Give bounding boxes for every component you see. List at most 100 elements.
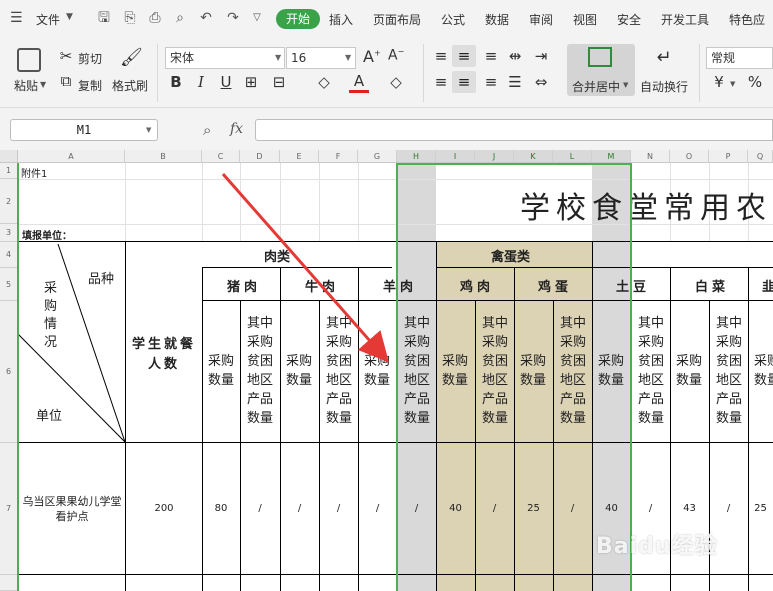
- merge-cells-icon[interactable]: ⊟: [269, 73, 289, 91]
- orientation-icon[interactable]: ⇹: [505, 47, 525, 65]
- align-middle-icon[interactable]: ≡: [452, 45, 476, 67]
- percent-icon[interactable]: %: [745, 73, 765, 91]
- underline-icon[interactable]: U: [216, 73, 236, 91]
- row-header-7[interactable]: 7: [0, 443, 18, 575]
- customize-icon[interactable]: ▽: [248, 9, 266, 27]
- merge-center-chevron-icon[interactable]: ▼: [623, 81, 628, 89]
- column-header-q[interactable]: Q: [748, 150, 773, 163]
- clear-format-icon[interactable]: ◇: [386, 73, 406, 91]
- tab-page-layout[interactable]: 页面布局: [373, 11, 421, 28]
- tab-view[interactable]: 视图: [573, 11, 597, 28]
- column-header-i[interactable]: I: [436, 150, 475, 163]
- font-name-chevron-icon[interactable]: ▼: [275, 53, 281, 62]
- zoom-formula-icon[interactable]: ⌕: [203, 121, 211, 139]
- tab-developer[interactable]: 开发工具: [661, 11, 709, 28]
- cell-value[interactable]: /: [319, 503, 358, 514]
- distribute-icon[interactable]: ⇔: [531, 73, 551, 91]
- format-painter-button[interactable]: 格式刷: [112, 77, 148, 94]
- row-header-6[interactable]: 6: [0, 301, 18, 443]
- filler-unit-label[interactable]: 填报单位：: [22, 227, 72, 242]
- file-menu-chevron-icon[interactable]: ▼: [66, 12, 73, 22]
- font-color-icon[interactable]: A: [349, 72, 369, 93]
- cell-students-value[interactable]: 200: [126, 503, 202, 514]
- column-header-n[interactable]: N: [631, 150, 670, 163]
- fill-color-icon[interactable]: ◇: [314, 73, 334, 91]
- tab-data[interactable]: 数据: [485, 11, 509, 28]
- fx-icon[interactable]: fx: [230, 121, 243, 137]
- cell-value[interactable]: /: [631, 503, 670, 514]
- paste-icon[interactable]: [17, 48, 41, 72]
- copy-button[interactable]: 复制: [78, 77, 102, 94]
- print-preview-icon[interactable]: ⌕: [171, 9, 189, 27]
- wrap-text-icon[interactable]: ↵: [654, 47, 674, 68]
- column-header-h[interactable]: H: [397, 150, 436, 163]
- tab-review[interactable]: 审阅: [529, 11, 553, 28]
- name-box-chevron-icon[interactable]: ▼: [146, 126, 151, 134]
- row-header-5[interactable]: 5: [0, 268, 18, 301]
- justify-icon[interactable]: ☰: [505, 73, 525, 91]
- column-header-g[interactable]: G: [358, 150, 397, 163]
- copy-icon[interactable]: ⧉: [56, 72, 76, 90]
- align-center-icon[interactable]: ≡: [452, 71, 476, 93]
- font-name-select[interactable]: 宋体: [165, 47, 285, 69]
- row-header-2[interactable]: 2: [0, 179, 18, 224]
- decrease-font-icon[interactable]: A−: [388, 47, 404, 64]
- align-top-icon[interactable]: ≡: [431, 47, 451, 65]
- column-header-b[interactable]: B: [125, 150, 202, 163]
- align-right-icon[interactable]: ≡: [481, 73, 501, 91]
- row-header-4[interactable]: 4: [0, 242, 18, 268]
- cell-value[interactable]: /: [358, 503, 397, 514]
- row-header-3[interactable]: 3: [0, 224, 18, 242]
- bold-icon[interactable]: B: [166, 73, 186, 91]
- print-icon[interactable]: ⎙: [146, 9, 164, 27]
- column-header-e[interactable]: E: [280, 150, 319, 163]
- paste-button[interactable]: 粘贴: [14, 77, 38, 94]
- paste-chevron-icon[interactable]: ▼: [40, 80, 46, 89]
- file-menu[interactable]: 文件: [36, 11, 60, 28]
- cell-value[interactable]: /: [280, 503, 319, 514]
- font-size-chevron-icon[interactable]: ▼: [345, 53, 351, 62]
- menu-icon[interactable]: ☰: [10, 10, 23, 26]
- currency-chevron-icon[interactable]: ▼: [730, 80, 735, 88]
- increase-font-icon[interactable]: A+: [363, 47, 381, 66]
- cut-button[interactable]: 剪切: [78, 50, 102, 67]
- save-icon[interactable]: 🖫: [95, 9, 113, 27]
- redo-icon[interactable]: ↷: [224, 9, 242, 27]
- wrap-text-button[interactable]: 自动换行: [640, 78, 688, 95]
- cell-a1[interactable]: 附件1: [21, 165, 47, 180]
- name-box[interactable]: M1: [10, 119, 158, 141]
- cut-icon[interactable]: ✂: [56, 47, 76, 65]
- indent-icon[interactable]: ⇥: [531, 47, 551, 65]
- undo-icon[interactable]: ↶: [197, 9, 215, 27]
- number-format-select[interactable]: 常规: [706, 47, 773, 69]
- cell-value[interactable]: 80: [202, 503, 240, 514]
- cell-value[interactable]: /: [709, 503, 748, 514]
- align-left-icon[interactable]: ≡: [431, 73, 451, 91]
- currency-icon[interactable]: ¥: [709, 73, 729, 91]
- tab-insert[interactable]: 插入: [329, 11, 353, 28]
- column-header-c[interactable]: C: [202, 150, 240, 163]
- tab-special[interactable]: 特色应: [729, 11, 765, 28]
- borders-icon[interactable]: ⊞: [241, 73, 261, 91]
- cell-value[interactable]: 25: [748, 503, 773, 514]
- row-header-1[interactable]: 1: [0, 163, 18, 179]
- cell-unit-name[interactable]: 乌当区果果幼儿学堂看护点: [22, 494, 122, 524]
- column-header-o[interactable]: O: [670, 150, 709, 163]
- tab-home[interactable]: 开始: [276, 9, 320, 29]
- column-header-p[interactable]: P: [709, 150, 748, 163]
- column-header-d[interactable]: D: [240, 150, 280, 163]
- select-all-corner[interactable]: [0, 150, 18, 163]
- align-bottom-icon[interactable]: ≡: [481, 47, 501, 65]
- column-header-k[interactable]: K: [514, 150, 553, 163]
- row-header-8[interactable]: [0, 575, 18, 591]
- formula-input[interactable]: [255, 119, 773, 141]
- export-icon[interactable]: ⎘: [121, 9, 139, 27]
- column-header-a[interactable]: A: [18, 150, 125, 163]
- tab-security[interactable]: 安全: [617, 11, 641, 28]
- tab-formulas[interactable]: 公式: [441, 11, 465, 28]
- cell-value[interactable]: /: [240, 503, 280, 514]
- italic-icon[interactable]: I: [191, 73, 211, 91]
- column-header-m[interactable]: M: [592, 150, 631, 163]
- column-header-f[interactable]: F: [319, 150, 358, 163]
- column-header-l[interactable]: L: [553, 150, 592, 163]
